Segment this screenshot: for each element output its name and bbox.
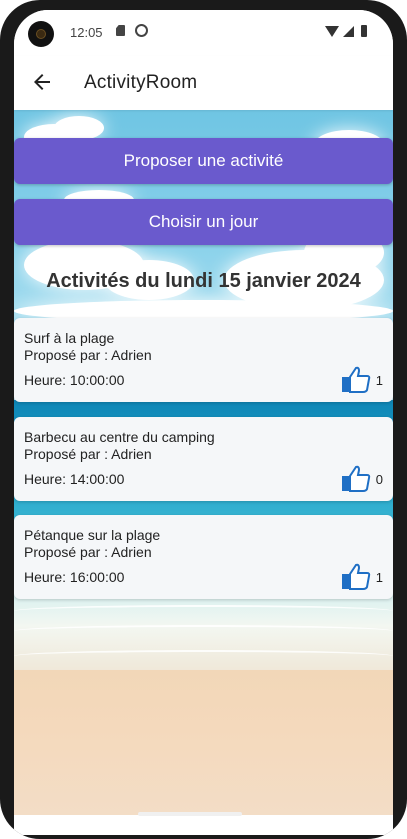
- phone-frame: 12:05 ActivityRoom Proposer une activité…: [0, 0, 407, 839]
- content-area: Proposer une activité Choisir un jour Ac…: [14, 110, 393, 815]
- notification-icons: [116, 24, 148, 37]
- choose-day-button[interactable]: Choisir un jour: [14, 199, 393, 245]
- sd-card-icon: [116, 25, 125, 36]
- thumbs-up-icon[interactable]: [341, 364, 371, 394]
- battery-icon: [361, 25, 367, 37]
- activity-time: Heure: 16:00:00: [24, 569, 125, 585]
- front-camera: [28, 21, 54, 47]
- section-title: Activités du lundi 15 janvier 2024: [46, 270, 361, 292]
- app-title: ActivityRoom: [84, 72, 198, 93]
- activity-card: Pétanque sur la plage Proposé par : Adri…: [14, 515, 393, 599]
- activity-card: Surf à la plage Proposé par : Adrien Heu…: [14, 318, 393, 402]
- thumbs-up-icon[interactable]: [341, 463, 371, 493]
- activity-author: Proposé par : Adrien: [24, 347, 152, 363]
- app-bar: ActivityRoom: [14, 56, 393, 110]
- sand-background: [14, 670, 393, 815]
- wave-line: [14, 605, 393, 617]
- activity-name: Surf à la plage: [24, 330, 115, 346]
- home-indicator[interactable]: [138, 812, 242, 816]
- activity-time: Heure: 10:00:00: [24, 372, 125, 388]
- signal-icon: [343, 25, 354, 37]
- thumbs-up-icon[interactable]: [341, 561, 371, 591]
- like-count: 1: [375, 570, 383, 585]
- arrow-left-icon[interactable]: [30, 70, 54, 94]
- activity-name: Barbecu au centre du camping: [24, 429, 215, 445]
- wifi-icon: [325, 25, 339, 37]
- like-count: 0: [375, 472, 383, 487]
- activity-author: Proposé par : Adrien: [24, 544, 152, 560]
- wave-line: [14, 625, 393, 637]
- activity-name: Pétanque sur la plage: [24, 527, 161, 543]
- activity-card: Barbecu au centre du camping Proposé par…: [14, 417, 393, 501]
- like-count: 1: [375, 373, 383, 388]
- activity-time: Heure: 14:00:00: [24, 471, 125, 487]
- propose-activity-button[interactable]: Proposer une activité: [14, 138, 393, 184]
- screen: 12:05 ActivityRoom Proposer une activité…: [14, 10, 393, 835]
- sync-icon: [135, 24, 148, 37]
- wave-line: [14, 650, 393, 662]
- cloud: [54, 116, 104, 140]
- status-time: 12:05: [70, 25, 103, 40]
- status-bar: 12:05: [14, 10, 393, 56]
- activity-author: Proposé par : Adrien: [24, 446, 152, 462]
- system-icons: [325, 25, 367, 37]
